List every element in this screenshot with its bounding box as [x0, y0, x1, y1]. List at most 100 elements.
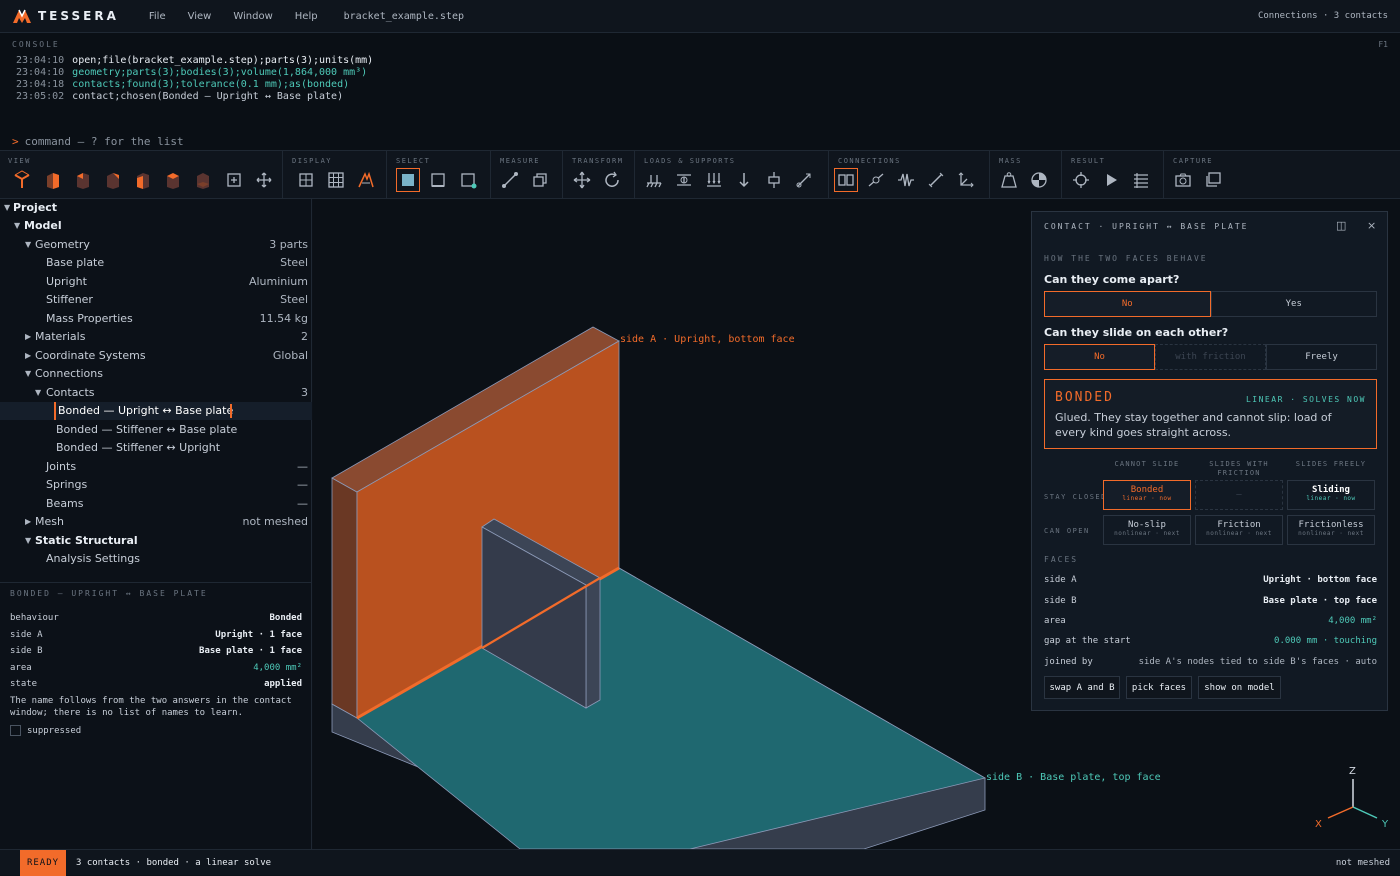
tree-item-coordinate-systems[interactable]: ▶ Coordinate Systems Global: [0, 347, 312, 365]
matrix-cell-no-slip[interactable]: No-slip nonlinear · next: [1103, 515, 1191, 545]
contact-panel: CONTACT · UPRIGHT ↔ BASE PLATE ◫ × HOW T…: [1031, 211, 1388, 711]
view-bottom-icon[interactable]: [191, 168, 215, 192]
come-apart-toggle: No Yes: [1044, 291, 1377, 317]
beam-icon[interactable]: [924, 168, 948, 192]
slide-no-button[interactable]: No: [1044, 344, 1155, 370]
measure-area-icon[interactable]: [528, 168, 552, 192]
show-on-model-button[interactable]: show on model: [1198, 676, 1281, 699]
tree-item-contact-stiffener-upright[interactable]: Bonded — Stiffener ↔ Upright: [0, 439, 312, 457]
console-log: 23:04:10 open;file(bracket_example.step);…: [16, 55, 373, 103]
tree-item-joints[interactable]: Joints —: [0, 458, 312, 476]
move-icon[interactable]: [570, 168, 594, 192]
contact-icon[interactable]: [834, 168, 858, 192]
pan-view-icon[interactable]: [252, 168, 276, 192]
measure-distance-icon[interactable]: [498, 168, 522, 192]
toolbar-group-transform: TRANSFORM: [564, 151, 635, 199]
log-line: 23:05:02 contact;chosen(Bonded — Upright …: [16, 91, 344, 102]
remote-force-icon[interactable]: [792, 168, 816, 192]
displacement-icon[interactable]: [672, 168, 696, 192]
tree-item-contact-upright-base[interactable]: Bonded — Upright ↔ Base plate: [0, 402, 312, 420]
swap-sides-button[interactable]: swap A and B: [1044, 676, 1120, 699]
come-apart-no-button[interactable]: No: [1044, 291, 1211, 317]
matrix-cell-sliding[interactable]: Sliding linear · now: [1287, 480, 1375, 510]
behave-section-title: HOW THE TWO FACES BEHAVE: [1044, 254, 1208, 263]
menu-view[interactable]: View: [188, 11, 212, 22]
menu-help[interactable]: Help: [295, 11, 318, 22]
tree-item-contact-stiffener-base[interactable]: Bonded — Stiffener ↔ Base plate: [0, 421, 312, 439]
spring-icon[interactable]: [894, 168, 918, 192]
camera-icon[interactable]: [1171, 168, 1195, 192]
tree-item-base-plate[interactable]: Base plate Steel: [0, 254, 312, 272]
console-title: CONSOLE: [12, 40, 60, 49]
suppressed-checkbox[interactable]: suppressed: [10, 725, 81, 736]
slide-toggle: No with friction Freely: [1044, 344, 1377, 370]
tree-item-mass-properties[interactable]: Mass Properties 11.54 kg: [0, 310, 312, 328]
toolbar-group-view: VIEW: [0, 151, 283, 199]
status-bar: READY 3 contacts · bonded · a linear sol…: [0, 849, 1400, 876]
close-icon[interactable]: ×: [1367, 219, 1376, 232]
slide-freely-button[interactable]: Freely: [1266, 344, 1377, 370]
select-face-icon[interactable]: [396, 168, 420, 192]
axis-y-label: Y: [1381, 819, 1389, 830]
tree-item-analysis-settings[interactable]: Analysis Settings: [0, 550, 312, 568]
status-message: 3 contacts · bonded · a linear solve: [76, 858, 272, 868]
coordinate-icon[interactable]: [954, 168, 978, 192]
details-title: BONDED — UPRIGHT ↔ BASE PLATE: [10, 589, 208, 598]
bearing-load-icon[interactable]: [762, 168, 786, 192]
display-shaded-icon[interactable]: [294, 168, 318, 192]
view-iso-icon[interactable]: [10, 168, 34, 192]
matrix-cell-friction[interactable]: Friction nonlinear · next: [1195, 515, 1283, 545]
behaviour-title: BONDED: [1055, 390, 1114, 405]
joint-icon[interactable]: [864, 168, 888, 192]
force-icon[interactable]: [732, 168, 756, 192]
probe-icon[interactable]: [1069, 168, 1093, 192]
center-of-mass-icon[interactable]: [1027, 168, 1051, 192]
pick-faces-button[interactable]: pick faces: [1126, 676, 1192, 699]
display-mesh-icon[interactable]: [324, 168, 348, 192]
rotate-icon[interactable]: [600, 168, 624, 192]
view-back-icon[interactable]: [71, 168, 95, 192]
tree-item-contacts[interactable]: ▼ Contacts 3: [0, 384, 312, 402]
tree-item-stiffener[interactable]: Stiffener Steel: [0, 291, 312, 309]
menu-file[interactable]: File: [149, 11, 166, 22]
axis-x-label: X: [1315, 819, 1322, 830]
tree-item-springs[interactable]: Springs —: [0, 476, 312, 494]
slide-with-friction-button[interactable]: with friction: [1155, 344, 1266, 370]
come-apart-yes-button[interactable]: Yes: [1210, 291, 1377, 317]
display-edges-icon[interactable]: [354, 168, 378, 192]
select-vertex-icon[interactable]: [456, 168, 480, 192]
tree-item-connections[interactable]: ▼ Connections: [0, 365, 312, 383]
tree-item-beams[interactable]: Beams —: [0, 495, 312, 513]
results-list-icon[interactable]: [1129, 168, 1153, 192]
tree-item-upright[interactable]: Upright Aluminium: [0, 273, 312, 291]
dock-icon[interactable]: ◫: [1336, 219, 1346, 232]
tree-item-materials[interactable]: ▶ Materials 2: [0, 328, 312, 346]
behaviour-tag: LINEAR · SOLVES NOW: [1245, 395, 1366, 404]
menu-window[interactable]: Window: [233, 11, 272, 22]
tree-item-mesh[interactable]: ▶ Mesh not meshed: [0, 513, 312, 531]
mass-weight-icon[interactable]: [997, 168, 1021, 192]
fixed-support-icon[interactable]: [642, 168, 666, 192]
tree-item-project[interactable]: ▼ Project: [0, 199, 312, 217]
view-front-icon[interactable]: [41, 168, 65, 192]
pressure-icon[interactable]: [702, 168, 726, 192]
command-input[interactable]: > command — ? for the list: [12, 135, 184, 148]
solve-play-icon[interactable]: [1099, 168, 1123, 192]
view-left-icon[interactable]: [101, 168, 125, 192]
matrix-cell-bonded[interactable]: Bonded linear · now: [1103, 480, 1191, 510]
app-logo: TESSERA: [12, 8, 119, 24]
matrix-cell-empty: –: [1195, 480, 1283, 510]
view-top-icon[interactable]: [161, 168, 185, 192]
snapshot-stack-icon[interactable]: [1201, 168, 1225, 192]
toolbar: VIEW DISPLAY SELECT MEASURE TRANSFORM LO…: [0, 151, 1400, 199]
connections-summary[interactable]: Connections · 3 contacts: [1258, 11, 1388, 21]
face-gap: gap at the start 0.000 mm · touching: [1044, 636, 1377, 646]
view-right-icon[interactable]: [131, 168, 155, 192]
fit-view-icon[interactable]: [222, 168, 246, 192]
tree-item-model[interactable]: ▼ Model: [0, 217, 312, 235]
matrix-cell-frictionless[interactable]: Frictionless nonlinear · next: [1287, 515, 1375, 545]
detail-side-a: side A Upright · 1 face: [10, 630, 302, 640]
tree-item-static-structural[interactable]: ▼ Static Structural: [0, 532, 312, 550]
select-edge-icon[interactable]: [426, 168, 450, 192]
tree-item-geometry[interactable]: ▼ Geometry 3 parts: [0, 236, 312, 254]
